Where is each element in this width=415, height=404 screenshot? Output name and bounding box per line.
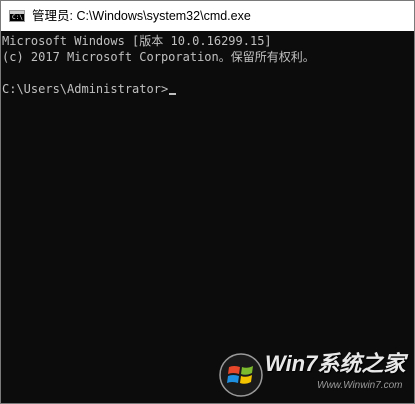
watermark-url: Www.Winwin7.com	[317, 380, 403, 391]
window-title: 管理员: C:\Windows\system32\cmd.exe	[32, 9, 251, 23]
console-output[interactable]: Microsoft Windows [版本 10.0.16299.15] (c)…	[1, 31, 414, 403]
console-line-copyright: (c) 2017 Microsoft Corporation。保留所有权利。	[2, 50, 315, 64]
watermark: Win7系统之家 Www.Winwin7.com	[219, 349, 414, 401]
cmd-icon[interactable]: C:\	[9, 10, 25, 22]
cmd-window: C:\ 管理员: C:\Windows\system32\cmd.exe Mic…	[0, 0, 415, 404]
prompt-text: C:\Users\Administrator>	[2, 82, 169, 96]
console-line-version: Microsoft Windows [版本 10.0.16299.15]	[2, 34, 272, 48]
windows-logo-icon	[219, 353, 263, 397]
text-cursor	[169, 93, 177, 95]
title-bar[interactable]: C:\ 管理员: C:\Windows\system32\cmd.exe	[1, 1, 414, 31]
command-prompt-line[interactable]: C:\Users\Administrator>	[2, 81, 177, 97]
watermark-brand: Win7系统之家	[265, 351, 406, 376]
